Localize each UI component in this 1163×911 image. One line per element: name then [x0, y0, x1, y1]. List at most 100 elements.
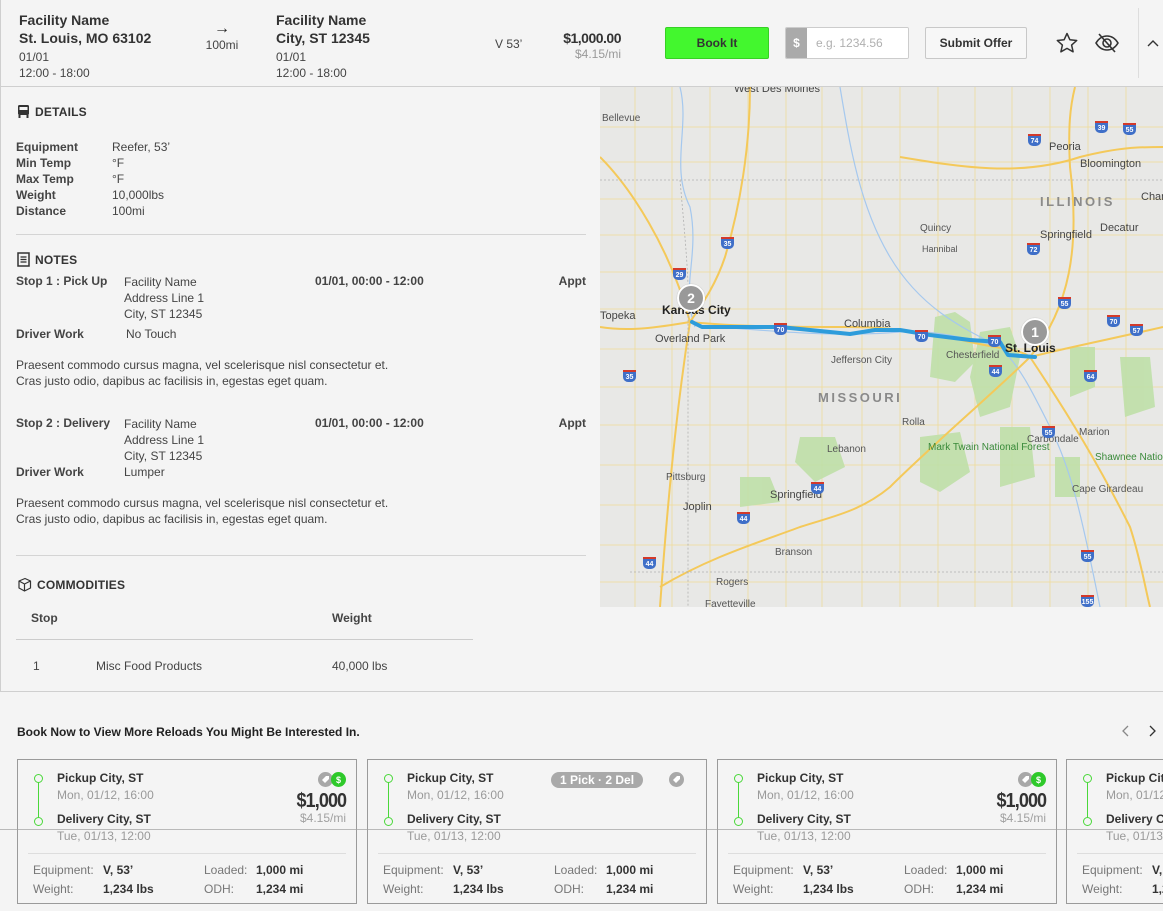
map-stop-marker[interactable]: 1 — [1021, 318, 1049, 346]
map-city-label: Champaign — [1141, 191, 1163, 203]
hide-load-button[interactable] — [1093, 30, 1121, 56]
dollar-icon: $ — [1031, 772, 1046, 787]
details-row: Distance 100mi — [16, 203, 170, 219]
card-loaded: Loaded: 1,000 mi — [204, 863, 303, 877]
driver-work-value: Lumper — [124, 465, 165, 479]
truck-icon — [18, 105, 29, 118]
map-state-label: MISSOURI — [818, 390, 903, 405]
origin-facility: Facility Name — [19, 12, 110, 28]
details-row: Equipment Reefer, 53’ — [16, 139, 170, 155]
carousel-next-button[interactable] — [1144, 722, 1160, 740]
commodity-weight: 40,000 lbs — [332, 659, 388, 673]
card-weight: Weight: 1,234 lbs — [1082, 882, 1163, 896]
map-city-label: Hannibal — [922, 244, 958, 254]
distance-value: 100mi — [205, 38, 239, 52]
card-price-per-mile: $4.15/mi — [999, 811, 1046, 825]
stop-address: Facility Name Address Line 1 City, ST 12… — [124, 274, 204, 322]
tag-icon — [669, 772, 684, 787]
commodity-description: Misc Food Products — [96, 659, 203, 673]
delivery-city: Delivery City, ST — [1106, 812, 1163, 826]
card-equipment: Equipment: V, 53’ — [733, 863, 833, 877]
note-line: Cras justo odio, dapibus ac facilisis in… — [16, 512, 328, 526]
dollar-icon: $ — [331, 772, 346, 787]
details-value: 100mi — [112, 204, 145, 218]
spec-value: 1,000 mi — [256, 863, 304, 877]
timeline-line — [388, 779, 389, 821]
column-header-stop: Stop — [31, 611, 58, 625]
map-park-label: Shawnee National Forest — [1095, 452, 1163, 463]
map-city-label: Rogers — [716, 577, 749, 588]
details-row: Max Temp °F — [16, 171, 170, 187]
stop-time: 01/01, 00:00 - 12:00 — [315, 416, 424, 430]
map-city-label: Marion — [1079, 427, 1110, 438]
interstate-shield: 155 — [1081, 595, 1094, 607]
carousel-prev-button[interactable] — [1118, 722, 1134, 740]
pickup-city: Pickup City, ST — [757, 771, 844, 785]
pickup-city: Pickup City, ST — [57, 771, 144, 785]
interstate-shield: 44 — [737, 512, 750, 524]
collapse-button[interactable] — [1142, 30, 1163, 56]
details-row: Weight 10,000lbs — [16, 187, 170, 203]
driver-work-label: Driver Work — [16, 465, 84, 479]
interstate-shield: 55 — [1123, 123, 1136, 135]
note-line: Praesent commodo cursus magna, vel scele… — [16, 496, 389, 510]
favorite-button[interactable] — [1053, 30, 1081, 56]
pickup-dot — [1083, 774, 1092, 783]
driver-work-value: No Touch — [126, 327, 177, 341]
map-city-label: Lebanon — [827, 444, 866, 455]
card-badges: $ — [1018, 772, 1046, 787]
stop-time: 01/01, 00:00 - 12:00 — [315, 274, 424, 288]
card-loaded: Loaded: 1,000 mi — [554, 863, 653, 877]
details-row: Min Temp °F — [16, 155, 170, 171]
card-badges — [669, 772, 684, 787]
interstate-shield: 70 — [1107, 315, 1120, 327]
reload-card[interactable]: Pickup City, ST Mon, 01/12, 16:00 Delive… — [1066, 759, 1163, 904]
details-label: Min Temp — [16, 156, 72, 170]
details-heading: DETAILS — [17, 104, 87, 119]
delivery-city: Delivery City, ST — [407, 812, 501, 826]
map-city-label: Decatur — [1100, 222, 1139, 234]
spec-label: Equipment: — [383, 863, 444, 877]
stop-address: Facility Name Address Line 1 City, ST 12… — [124, 416, 204, 464]
timeline-line — [1087, 779, 1088, 821]
delivery-dot — [34, 817, 43, 826]
reload-card[interactable]: Pickup City, ST Mon, 01/12, 16:00 Delive… — [367, 759, 707, 904]
map-city-label: West Des Moines — [734, 87, 820, 95]
reload-card[interactable]: Pickup City, ST Mon, 01/12, 16:00 Delive… — [717, 759, 1057, 904]
load-details-panel: DETAILS Equipment Reefer, 53’ Min Temp °F … — [0, 87, 600, 691]
details-value: °F — [112, 172, 125, 186]
card-price-total: $1,000 — [296, 790, 347, 812]
delivery-city: Delivery City, ST — [57, 812, 151, 826]
offer-amount-input[interactable] — [807, 28, 908, 58]
map-stop-marker[interactable]: 2 — [677, 284, 705, 312]
details-label: Distance — [16, 204, 67, 218]
destination-location: City, ST 12345 — [276, 30, 370, 46]
details-value: Reefer, 53’ — [112, 140, 171, 154]
timeline-line — [738, 779, 739, 821]
map-city-label: Peoria — [1049, 141, 1081, 153]
map-park-label: Mark Twain National Forest — [928, 442, 1050, 453]
card-weight: Weight: 1,234 lbs — [33, 882, 154, 896]
commodity-stop: 1 — [33, 659, 40, 673]
interstate-shield: 35 — [623, 370, 636, 382]
reloads-title: Book Now to View More Reloads You Might … — [17, 725, 360, 739]
pickup-dot — [384, 774, 393, 783]
commodities-heading: COMMODITIES — [17, 577, 125, 592]
card-price: $1,000 $4.15/mi — [991, 790, 1047, 825]
reload-card[interactable]: Pickup City, ST Mon, 01/12, 16:00 Delive… — [17, 759, 357, 904]
spec-value: 1,000 mi — [956, 863, 1004, 877]
spec-value: 1,234 lbs — [803, 882, 854, 896]
map-city-label: Topeka — [600, 310, 636, 322]
book-it-button[interactable]: Book It — [665, 27, 769, 59]
card-price-total: $1,000 — [996, 790, 1047, 812]
submit-offer-button[interactable]: Submit Offer — [925, 27, 1027, 59]
destination-summary: Facility Name City, ST 12345 01/01 12:00… — [276, 11, 370, 81]
card-odh: ODH: 1,234 mi — [204, 882, 303, 896]
spec-label: Weight: — [383, 882, 424, 896]
spec-label: Equipment: — [733, 863, 794, 877]
card-odh: ODH: 1,234 mi — [904, 882, 1003, 896]
pickup-date: Mon, 01/12, 16:00 — [1106, 788, 1163, 802]
note-line: Praesent commodo cursus magna, vel scele… — [16, 358, 389, 372]
spec-value: 1,234 lbs — [1152, 882, 1163, 896]
route-map[interactable]: West Des Moines Bellevue Peoria Blooming… — [600, 87, 1163, 607]
